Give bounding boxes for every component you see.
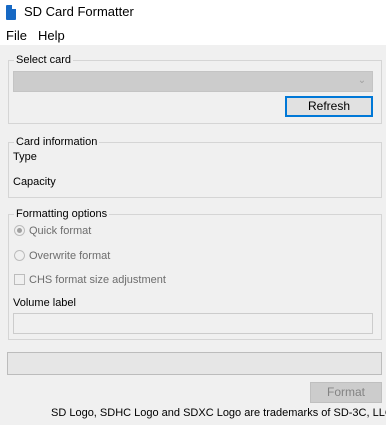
overwrite-format-label: Overwrite format (29, 250, 111, 262)
sd-card-app-icon (6, 5, 16, 20)
formatting-options-label: Formatting options (14, 208, 110, 220)
menu-help[interactable]: Help (38, 28, 65, 43)
format-progress-bar (7, 352, 382, 375)
refresh-button[interactable]: Refresh (285, 96, 373, 117)
quick-format-label: Quick format (29, 225, 92, 237)
quick-format-radio[interactable] (14, 225, 25, 236)
volume-label-input[interactable] (13, 313, 373, 334)
select-card-label: Select card (14, 54, 74, 66)
format-button[interactable]: Format (310, 382, 382, 403)
trademark-text: SD Logo, SDHC Logo and SDXC Logo are tra… (51, 407, 386, 419)
chevron-down-icon: ⌄ (357, 75, 367, 86)
card-capacity-label: Capacity (13, 176, 56, 188)
volume-label-caption: Volume label (13, 297, 76, 309)
card-select-dropdown[interactable]: ⌄ (13, 71, 373, 92)
card-type-label: Type (13, 151, 37, 163)
card-information-group (8, 142, 382, 198)
card-information-label: Card information (14, 136, 100, 148)
chs-adjustment-label: CHS format size adjustment (29, 274, 166, 286)
menu-file[interactable]: File (6, 28, 27, 43)
window-title: SD Card Formatter (24, 4, 134, 19)
chs-adjustment-checkbox[interactable] (14, 274, 25, 285)
overwrite-format-radio[interactable] (14, 250, 25, 261)
